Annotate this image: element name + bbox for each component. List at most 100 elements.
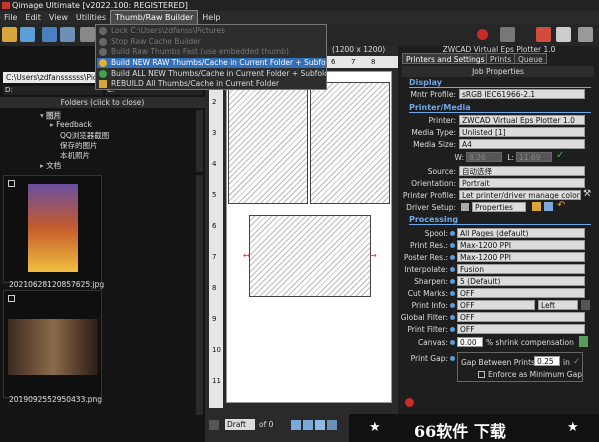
ruler-left-label: 10 xyxy=(212,346,221,354)
ruler-top-label: 7 xyxy=(351,58,356,66)
cut-marks-select[interactable]: OFF xyxy=(457,288,585,298)
select-checkbox[interactable] xyxy=(8,295,15,302)
width-field[interactable]: 8.26 xyxy=(466,152,502,162)
media-type-select[interactable]: Unlisted [1] xyxy=(459,127,585,137)
gap-apply-check-icon[interactable]: ✓ xyxy=(573,357,581,367)
print-info-position-select[interactable]: Left xyxy=(538,300,578,310)
open-folder-icon[interactable] xyxy=(2,27,17,42)
crop-arrow-right-icon: ↦ xyxy=(370,251,377,260)
tab-queue[interactable]: Queue xyxy=(514,53,547,64)
poster-res-info-dot[interactable] xyxy=(450,255,455,260)
print-filter-info-dot[interactable] xyxy=(450,327,455,332)
star-icon: ★ xyxy=(567,420,579,435)
folder-tree-scrollbar[interactable] xyxy=(196,110,203,172)
printer-icon[interactable] xyxy=(500,27,515,42)
print-info-select[interactable]: OFF xyxy=(457,300,535,310)
app-icon xyxy=(2,2,10,9)
tree-item-feedback[interactable]: ▸ Feedback xyxy=(50,120,92,129)
tools-icon[interactable]: ⚒ xyxy=(583,189,591,199)
save-settings-icon[interactable] xyxy=(544,202,553,211)
v-badge-icon[interactable] xyxy=(477,29,488,40)
tab-printers-settings[interactable]: Printers and Settings xyxy=(402,53,489,64)
next-page-icon[interactable] xyxy=(303,420,313,430)
check-icon[interactable]: ✓ xyxy=(556,150,564,161)
menu-item-lock[interactable]: Lock C:\Users\zdfanss\Pictures xyxy=(97,26,326,36)
tree-item-documents[interactable]: ▸ 文档 xyxy=(40,160,61,171)
refresh-icon[interactable] xyxy=(42,27,57,42)
more-options-icon[interactable] xyxy=(581,300,590,310)
menu-item-rebuild-all[interactable]: REBUILD All Thumbs/Cache in Current Fold… xyxy=(97,79,326,89)
prev-page-icon[interactable] xyxy=(291,420,301,430)
star-icon: ★ xyxy=(369,420,381,435)
printer-settings-icon[interactable] xyxy=(578,27,593,42)
folders-header[interactable]: Folders (click to close) xyxy=(0,97,205,108)
media-type-label: Media Type: xyxy=(411,128,456,137)
save-icon[interactable] xyxy=(20,27,35,42)
folder-icon[interactable] xyxy=(532,202,541,211)
menu-item-stop-raw-cache[interactable]: Stop Raw Cache Builder xyxy=(97,37,326,47)
thumbnail-scrollbar[interactable] xyxy=(196,175,203,415)
orientation-select[interactable]: Portrait xyxy=(459,178,585,188)
menu-utilities[interactable]: Utilities xyxy=(72,11,110,24)
menu-item-build-raw-fast[interactable]: Build Raw Thumbs Fast (use embedded thum… xyxy=(97,47,326,57)
interpolate-info-dot[interactable] xyxy=(450,267,455,272)
print-info-dot[interactable] xyxy=(450,303,455,308)
length-field[interactable]: 11.69 xyxy=(516,152,552,162)
print-gap-label: Print Gap: xyxy=(410,354,448,363)
source-select[interactable]: 自动选择 xyxy=(459,166,585,176)
monitor-profile-select[interactable]: sRGB IEC61966-2.1 xyxy=(459,89,585,99)
global-filter-select[interactable]: OFF xyxy=(457,312,585,322)
canvas-info-dot[interactable] xyxy=(450,340,455,345)
section-printer-media: Printer/Media xyxy=(409,103,591,113)
enforce-checkbox[interactable] xyxy=(478,371,485,378)
poster-res-select[interactable]: Max-1200 PPI xyxy=(457,252,585,262)
print-frame[interactable] xyxy=(228,82,308,204)
lightning-icon xyxy=(99,48,107,56)
menu-item-build-all-new[interactable]: Build ALL NEW Thumbs/Cache in Current Fo… xyxy=(97,69,326,79)
tab-prints[interactable]: Prints xyxy=(486,53,516,64)
print-res-select[interactable]: Max-1200 PPI xyxy=(457,240,585,250)
print-frame[interactable] xyxy=(310,82,390,204)
sharpen-select[interactable]: 5 (Default) xyxy=(457,276,585,286)
menu-view[interactable]: View xyxy=(45,11,72,24)
spool-info-dot[interactable] xyxy=(450,231,455,236)
v-badge-icon[interactable] xyxy=(405,398,414,407)
grid-icon[interactable] xyxy=(60,27,75,42)
printer-select[interactable]: ZWCAD Virtual Eps Plotter 1.0 xyxy=(459,115,585,125)
properties-button[interactable]: Properties xyxy=(472,202,526,212)
media-size-select[interactable]: A4 xyxy=(459,139,585,149)
canvas-input[interactable]: 0.00 xyxy=(457,337,483,347)
clock-icon[interactable] xyxy=(556,27,571,42)
printer-profile-select[interactable]: Let printer/driver manage color xyxy=(459,190,581,200)
menu-file[interactable]: File xyxy=(0,11,21,24)
thumbnail-cell[interactable] xyxy=(3,290,102,398)
sharpen-info-dot[interactable] xyxy=(450,279,455,284)
print-gap-info-dot[interactable] xyxy=(450,356,455,361)
width-label: W: xyxy=(454,153,464,162)
menu-thumb-raw-builder[interactable]: Thumb/Raw Builder xyxy=(109,10,199,25)
gap-input[interactable]: 0.25 xyxy=(534,356,560,366)
print-filter-select[interactable]: OFF xyxy=(457,324,585,334)
thumbnail-cell[interactable] xyxy=(3,175,102,283)
drive-d-selector[interactable]: D: xyxy=(3,86,103,95)
menu-edit[interactable]: Edit xyxy=(21,11,45,24)
zoom-icon[interactable] xyxy=(327,420,337,430)
global-filter-label: Global Filter: xyxy=(400,313,448,322)
tree-item-camera-roll[interactable]: 本机照片 xyxy=(60,150,90,161)
menu-help[interactable]: Help xyxy=(198,11,224,24)
quality-select[interactable]: Draft xyxy=(225,419,255,430)
cut-marks-info-dot[interactable] xyxy=(450,291,455,296)
fire-icon[interactable] xyxy=(536,27,551,42)
layout-icon[interactable] xyxy=(315,420,325,430)
canvas-edit-icon[interactable] xyxy=(579,336,588,347)
print-res-info-dot[interactable] xyxy=(450,243,455,248)
select-checkbox[interactable] xyxy=(8,180,15,187)
grid-view-icon[interactable] xyxy=(209,420,219,430)
print-frame[interactable] xyxy=(249,215,371,297)
global-filter-info-dot[interactable] xyxy=(450,315,455,320)
interpolate-select[interactable]: Fusion xyxy=(457,264,585,274)
spool-select[interactable]: All Pages (default) xyxy=(457,228,585,238)
menu-item-build-new-raw[interactable]: Build NEW RAW Thumbs/Cache in Current Fo… xyxy=(97,58,326,68)
undo-icon[interactable]: ↶ xyxy=(557,200,565,211)
tool-icon[interactable] xyxy=(80,27,95,42)
